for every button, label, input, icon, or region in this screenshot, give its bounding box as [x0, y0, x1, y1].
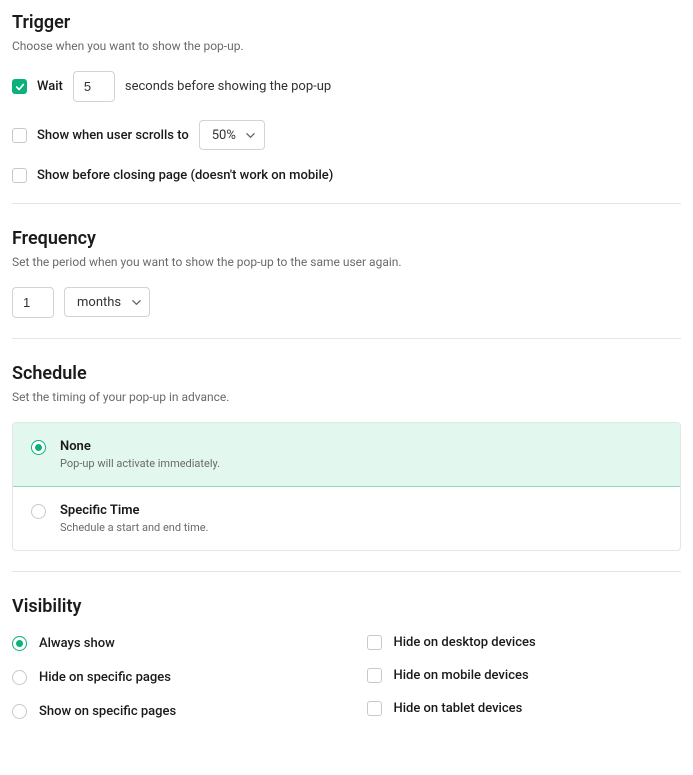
visibility-label: Hide on tablet devices [394, 701, 523, 716]
frequency-desc: Set the period when you want to show the… [12, 255, 681, 269]
visibility-radio-show-pages[interactable] [12, 704, 27, 719]
visibility-label: Hide on mobile devices [394, 668, 529, 683]
wait-checkbox[interactable] [12, 79, 27, 94]
scroll-select[interactable]: 50% [199, 120, 265, 150]
frequency-row: months [12, 287, 681, 318]
visibility-title: Visibility [12, 596, 681, 617]
visibility-label: Hide on specific pages [39, 670, 171, 685]
divider [12, 203, 681, 204]
scroll-label: Show when user scrolls to [37, 128, 189, 143]
scroll-select-value: 50% [212, 128, 236, 143]
schedule-option-none[interactable]: None Pop-up will activate immediately. [12, 422, 681, 487]
visibility-checkbox-tablet[interactable] [367, 701, 382, 716]
visibility-checkbox-desktop[interactable] [367, 635, 382, 650]
visibility-label: Always show [39, 636, 115, 651]
visibility-right-col: Hide on desktop devices Hide on mobile d… [367, 635, 682, 719]
schedule-option-text: Specific Time Schedule a start and end t… [60, 503, 208, 534]
visibility-checkbox-mobile[interactable] [367, 668, 382, 683]
schedule-option-sub: Pop-up will activate immediately. [60, 457, 220, 470]
visibility-tablet-row: Hide on tablet devices [367, 701, 682, 716]
visibility-always-row: Always show [12, 635, 327, 651]
divider [12, 338, 681, 339]
schedule-option-title: None [60, 439, 220, 454]
schedule-radio-none[interactable] [31, 440, 46, 455]
close-checkbox[interactable] [12, 168, 27, 183]
close-label: Show before closing page (doesn't work o… [37, 168, 333, 183]
wait-suffix: seconds before showing the pop-up [125, 79, 331, 94]
wait-input[interactable] [73, 71, 115, 102]
trigger-scroll-row: Show when user scrolls to 50% [12, 120, 681, 150]
trigger-wait-row: Wait seconds before showing the pop-up [12, 71, 681, 102]
visibility-radio-always[interactable] [12, 636, 27, 651]
frequency-unit-select[interactable]: months [64, 287, 150, 317]
visibility-section: Visibility Always show Hide on specific … [12, 596, 681, 719]
frequency-input[interactable] [12, 287, 54, 318]
trigger-section: Trigger Choose when you want to show the… [12, 12, 681, 183]
schedule-title: Schedule [12, 363, 681, 384]
divider [12, 571, 681, 572]
check-icon [15, 82, 25, 92]
trigger-desc: Choose when you want to show the pop-up. [12, 39, 681, 53]
schedule-radio-specific[interactable] [31, 504, 46, 519]
schedule-option-sub: Schedule a start and end time. [60, 521, 208, 534]
trigger-title: Trigger [12, 12, 681, 33]
frequency-title: Frequency [12, 228, 681, 249]
scroll-checkbox[interactable] [12, 128, 27, 143]
frequency-unit-value: months [77, 295, 121, 310]
visibility-label: Show on specific pages [39, 704, 176, 719]
frequency-section: Frequency Set the period when you want t… [12, 228, 681, 318]
visibility-hide-pages-row: Hide on specific pages [12, 669, 327, 685]
schedule-option-text: None Pop-up will activate immediately. [60, 439, 220, 470]
schedule-option-title: Specific Time [60, 503, 208, 518]
schedule-option-specific[interactable]: Specific Time Schedule a start and end t… [13, 486, 680, 550]
schedule-section: Schedule Set the timing of your pop-up i… [12, 363, 681, 551]
visibility-left-col: Always show Hide on specific pages Show … [12, 635, 327, 719]
visibility-columns: Always show Hide on specific pages Show … [12, 635, 681, 719]
visibility-radio-hide-pages[interactable] [12, 670, 27, 685]
visibility-mobile-row: Hide on mobile devices [367, 668, 682, 683]
visibility-label: Hide on desktop devices [394, 635, 536, 650]
chevron-down-icon [131, 297, 141, 307]
schedule-desc: Set the timing of your pop-up in advance… [12, 390, 681, 404]
trigger-close-row: Show before closing page (doesn't work o… [12, 168, 681, 183]
chevron-down-icon [246, 130, 256, 140]
visibility-show-pages-row: Show on specific pages [12, 703, 327, 719]
wait-label: Wait [37, 79, 63, 94]
visibility-desktop-row: Hide on desktop devices [367, 635, 682, 650]
schedule-options: None Pop-up will activate immediately. S… [12, 422, 681, 551]
